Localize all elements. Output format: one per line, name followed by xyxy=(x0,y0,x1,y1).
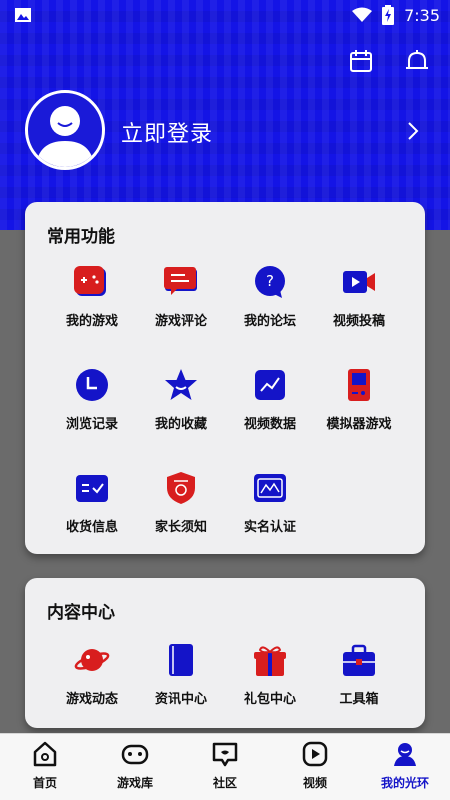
book-icon xyxy=(169,644,193,676)
chart-icon xyxy=(255,370,285,400)
item-label: 浏览记录 xyxy=(65,417,118,432)
battery-icon xyxy=(382,5,395,25)
star-icon xyxy=(165,369,197,400)
home-icon xyxy=(33,741,57,767)
avatar[interactable] xyxy=(25,90,105,170)
profile-icon xyxy=(394,743,416,766)
comment-icon xyxy=(164,267,197,295)
bottom-tab-bar: 首页 游戏库 社区 视频 我的光环 xyxy=(0,733,450,800)
game-news-item[interactable]: 游戏动态 xyxy=(47,642,137,707)
login-label[interactable]: 立即登录 xyxy=(121,116,213,148)
card-title-common: 常用功能 xyxy=(47,227,115,247)
item-label: 实名认证 xyxy=(243,520,296,535)
item-label: 游戏动态 xyxy=(65,692,118,707)
clock-time: 7:35 xyxy=(404,5,440,25)
item-label: 我的收藏 xyxy=(154,417,207,432)
news-center-item[interactable]: 资讯中心 xyxy=(136,642,226,707)
video-data-item[interactable]: 视频数据 xyxy=(225,367,315,432)
login-row[interactable]: 立即登录 xyxy=(25,90,425,170)
calendar-icon[interactable] xyxy=(348,48,374,74)
id-card-icon xyxy=(254,474,286,502)
tab-label: 视频 xyxy=(302,776,327,790)
community-icon xyxy=(212,742,238,767)
tab-game-library[interactable]: 游戏库 xyxy=(90,740,180,791)
shipping-info-item[interactable]: 收货信息 xyxy=(47,470,137,535)
profile-header: 7:35 立即登录 xyxy=(0,0,450,230)
clock-icon xyxy=(76,369,108,401)
item-label: 资讯中心 xyxy=(154,692,207,707)
item-label: 收货信息 xyxy=(65,520,118,535)
planet-icon xyxy=(74,649,110,671)
forum-question-icon: ? xyxy=(255,266,285,298)
item-label: 礼包中心 xyxy=(243,692,296,707)
gift-center-item[interactable]: 礼包中心 xyxy=(225,642,315,707)
video-camera-icon xyxy=(343,271,375,293)
video-upload-item[interactable]: 视频投稿 xyxy=(314,264,404,329)
my-forum-item[interactable]: ? 我的论坛 xyxy=(225,264,315,329)
game-comments-item[interactable]: 游戏评论 xyxy=(136,264,226,329)
item-label: 游戏评论 xyxy=(154,314,207,329)
tab-profile[interactable]: 我的光环 xyxy=(360,740,450,791)
content-center-card: 内容中心 游戏动态 资讯中心 礼包中心 工具箱 xyxy=(25,578,425,728)
handheld-console-icon xyxy=(348,369,370,401)
tab-label: 游戏库 xyxy=(116,776,153,790)
item-label: 工具箱 xyxy=(339,692,379,707)
gamepad-icon xyxy=(74,266,106,296)
wifi-icon xyxy=(352,7,373,22)
address-card-icon xyxy=(76,475,108,502)
chevron-right-icon[interactable] xyxy=(405,120,421,142)
gift-icon xyxy=(254,646,286,676)
tab-video[interactable]: 视频 xyxy=(270,740,360,791)
shield-icon xyxy=(167,472,195,504)
card-title-content: 内容中心 xyxy=(47,603,115,623)
tab-label: 首页 xyxy=(32,776,57,790)
status-bar: 7:35 xyxy=(0,0,450,32)
item-label: 视频投稿 xyxy=(332,314,385,329)
default-avatar-icon xyxy=(36,106,94,167)
item-label: 我的游戏 xyxy=(65,314,118,329)
item-label: 视频数据 xyxy=(243,417,296,432)
toolbox-item[interactable]: 工具箱 xyxy=(314,642,404,707)
real-name-auth-item[interactable]: 实名认证 xyxy=(225,470,315,535)
video-icon xyxy=(302,741,328,767)
my-favorites-item[interactable]: 我的收藏 xyxy=(136,367,226,432)
my-games-item[interactable]: 我的游戏 xyxy=(47,264,137,329)
tab-label: 我的光环 xyxy=(380,776,429,790)
item-label: 模拟器游戏 xyxy=(326,417,392,432)
tab-label: 社区 xyxy=(212,776,237,790)
svg-text:?: ? xyxy=(266,272,274,290)
emulator-games-item[interactable]: 模拟器游戏 xyxy=(314,367,404,432)
item-label: 家长须知 xyxy=(154,520,207,535)
parental-notice-item[interactable]: 家长须知 xyxy=(136,470,226,535)
tab-home[interactable]: 首页 xyxy=(0,740,90,791)
browse-history-item[interactable]: 浏览记录 xyxy=(47,367,137,432)
toolbox-icon xyxy=(343,644,375,676)
bell-icon[interactable] xyxy=(404,48,430,74)
common-functions-card: 常用功能 我的游戏 游戏评论 ? 我的论坛 视频投稿 浏览记录 我的收藏 视频数… xyxy=(25,202,425,554)
game-library-icon xyxy=(121,744,149,765)
image-notification-icon xyxy=(15,8,31,22)
tab-community[interactable]: 社区 xyxy=(180,740,270,791)
item-label: 我的论坛 xyxy=(243,314,296,329)
